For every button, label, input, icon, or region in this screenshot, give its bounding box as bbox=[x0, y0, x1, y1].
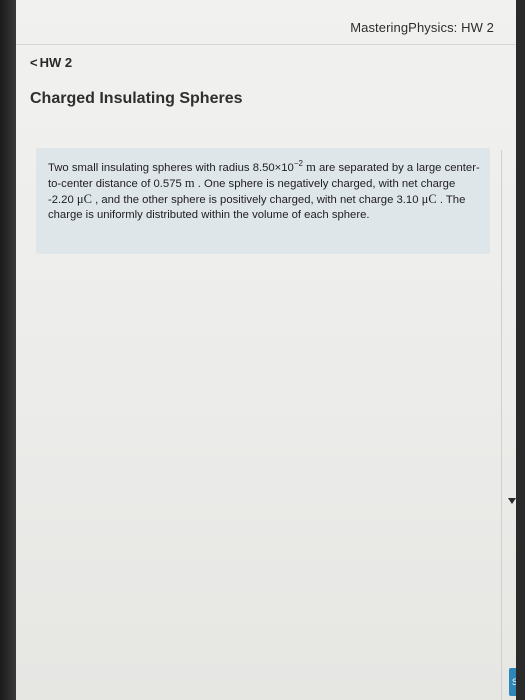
chevron-left-icon: < bbox=[30, 55, 38, 70]
triangle-down-icon[interactable] bbox=[508, 498, 516, 504]
column-divider bbox=[501, 150, 502, 700]
problem-text-part: , and the other sphere is positively cha… bbox=[91, 194, 422, 206]
problem-statement-box: Two small insulating spheres with radius… bbox=[36, 148, 490, 254]
problem-text-part: Two small insulating spheres with radius… bbox=[48, 162, 294, 174]
back-link-label: HW 2 bbox=[39, 55, 73, 70]
corner-action-button[interactable]: S bbox=[509, 668, 516, 696]
unit-microcoulomb: μC bbox=[421, 192, 437, 206]
screen-bezel bbox=[0, 0, 16, 700]
exponent: −2 bbox=[293, 159, 303, 169]
back-to-hw-link[interactable]: < HW 2 bbox=[30, 55, 72, 70]
problem-statement: Two small insulating spheres with radius… bbox=[48, 160, 480, 223]
unit-meter: m bbox=[306, 160, 316, 174]
unit-meter: m bbox=[184, 176, 195, 190]
page-title: Charged Insulating Spheres bbox=[30, 90, 243, 107]
app-window: MasteringPhysics: HW 2 < HW 2 Charged In… bbox=[16, 0, 516, 700]
title-bar: MasteringPhysics: HW 2 bbox=[16, 0, 516, 45]
unit-microcoulomb: μC bbox=[76, 192, 92, 206]
window-title: MasteringPhysics: HW 2 bbox=[350, 20, 494, 35]
